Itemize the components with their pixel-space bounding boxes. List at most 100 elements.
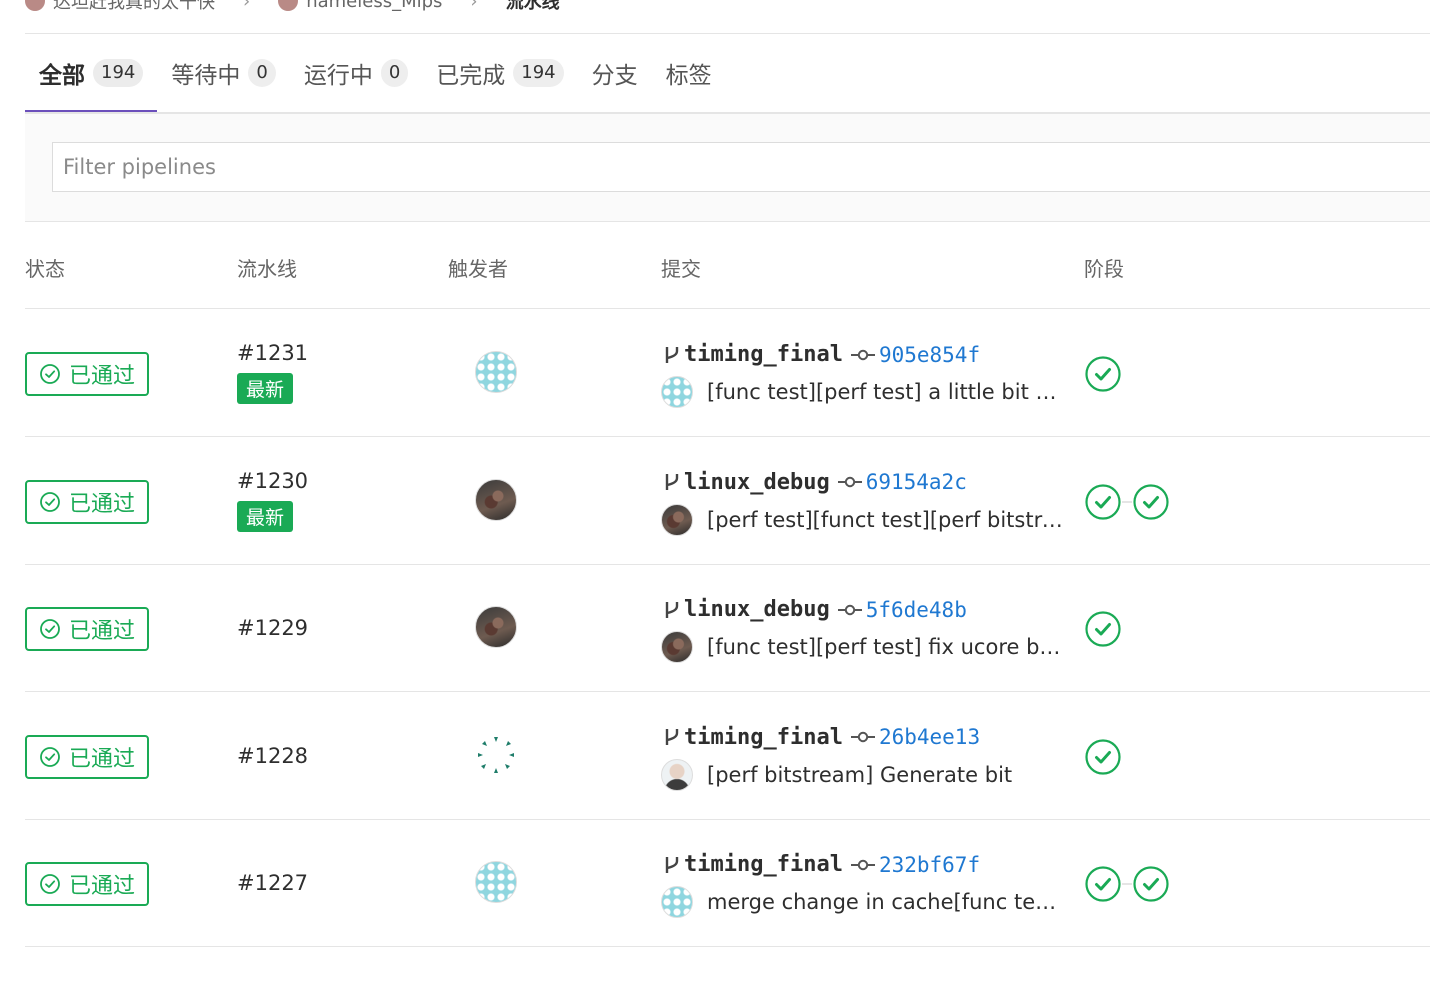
identicon-icon: [478, 736, 514, 773]
column-header-stages: 阶段: [1084, 257, 1124, 281]
stage-passed-icon[interactable]: [1132, 865, 1170, 903]
commit-sha-link[interactable]: 905e854f: [879, 343, 980, 367]
commit-message-row: [perf bitstream] Generate bit: [661, 758, 1012, 791]
status-success-icon: [40, 746, 60, 767]
breadcrumb-project[interactable]: nameless_Mips: [278, 0, 442, 12]
triggerer-avatar[interactable]: [475, 861, 517, 903]
commit-icon: [837, 476, 862, 488]
status-label: 已通过: [68, 491, 135, 517]
commit-sha-link[interactable]: 26b4ee13: [879, 725, 980, 749]
branch-icon: [665, 474, 679, 490]
commit-message-link[interactable]: [perf test][funct test][perf bitstrea...: [707, 508, 1067, 532]
pipeline-id-link[interactable]: #1230: [237, 469, 308, 493]
commit-author-avatar[interactable]: [661, 376, 693, 408]
status-label: 已通过: [68, 746, 135, 772]
stage-passed-icon[interactable]: [1084, 355, 1122, 393]
branch-icon: [665, 729, 679, 745]
pipeline-id-link[interactable]: #1228: [237, 744, 308, 768]
commit-ref: timing_final 905e854f: [662, 342, 980, 367]
tab-count-badge: 194: [93, 59, 144, 87]
filter-pipelines-input[interactable]: [52, 142, 1430, 192]
commit-message-link[interactable]: [perf bitstream] Generate bit: [707, 763, 1012, 787]
branch-link[interactable]: timing_final: [684, 852, 843, 877]
commit-message-row: [func test][perf test] a little bit ch..…: [661, 376, 1067, 408]
status-success-icon: [40, 619, 60, 639]
breadcrumb-project-label[interactable]: nameless_Mips: [306, 0, 442, 12]
commit-message-row: merge change in cache[func test]...: [661, 886, 1067, 918]
branch-icon: [665, 601, 679, 618]
commit-author-avatar[interactable]: [661, 631, 693, 663]
tab-tags[interactable]: 标签: [652, 34, 726, 112]
commit-author-avatar[interactable]: [661, 758, 693, 791]
stage-passed-icon[interactable]: [1132, 483, 1170, 521]
status-label: 已通过: [68, 364, 135, 389]
commit-ref: linux_debug 5f6de48b: [662, 597, 967, 622]
stages-graph: [1084, 355, 1122, 393]
branch-link[interactable]: timing_final: [684, 725, 843, 750]
commit-sha-link[interactable]: 69154a2c: [866, 470, 967, 494]
commit-icon: [837, 604, 862, 615]
stages-graph: [1084, 738, 1122, 776]
status-badge[interactable]: 已通过: [25, 479, 149, 524]
tab-branches[interactable]: 分支: [578, 34, 652, 112]
status-badge[interactable]: 已通过: [25, 607, 149, 651]
commit-message-link[interactable]: merge change in cache[func test]...: [707, 890, 1067, 914]
breadcrumb-group[interactable]: 达坦赶我真的太干快: [25, 0, 215, 14]
chevron-right-icon: ›: [470, 0, 478, 12]
commit-icon: [850, 859, 875, 870]
pipeline-scope-tabs: 全部 194 等待中 0 运行中 0 已完成 194 分支 标签: [25, 34, 1430, 113]
commit-sha-link[interactable]: 5f6de48b: [866, 598, 967, 622]
tab-count-badge: 194: [513, 59, 564, 87]
branch-link[interactable]: linux_debug: [684, 597, 830, 622]
tab-count-badge: 0: [248, 59, 276, 87]
status-success-icon: [40, 874, 60, 894]
table-row: 已通过 #1228 timing_final 26b4ee13 [perf bi…: [25, 692, 1430, 820]
stages-graph: [1084, 610, 1122, 648]
status-badge[interactable]: 已通过: [25, 352, 149, 396]
stage-passed-icon[interactable]: [1084, 865, 1122, 903]
stage-passed-icon[interactable]: [1084, 483, 1122, 521]
commit-ref: linux_debug 69154a2c: [662, 470, 967, 495]
stage-passed-icon[interactable]: [1084, 610, 1122, 648]
commit-message-link[interactable]: [func test][perf test] fix ucore boo...: [707, 635, 1067, 659]
stages-graph: [1084, 483, 1170, 521]
status-label: 已通过: [68, 619, 135, 644]
tab-all[interactable]: 全部 194: [25, 34, 158, 113]
tab-label: 分支: [591, 63, 638, 89]
tab-running[interactable]: 运行中 0: [290, 34, 422, 112]
tab-label: 等待中: [171, 63, 241, 89]
breadcrumb-current[interactable]: 流水线: [506, 0, 560, 14]
pipeline-id-link[interactable]: #1229: [237, 616, 308, 640]
stage-passed-icon[interactable]: [1084, 738, 1122, 776]
breadcrumb-group-label[interactable]: 达坦赶我真的太干快: [53, 0, 215, 14]
branch-link[interactable]: timing_final: [684, 342, 843, 367]
tab-finished[interactable]: 已完成 194: [422, 34, 577, 112]
triggerer-avatar[interactable]: [475, 733, 517, 776]
commit-icon: [850, 349, 875, 360]
branch-link[interactable]: linux_debug: [684, 470, 830, 495]
tab-label: 标签: [665, 63, 712, 89]
commit-sha-link[interactable]: 232bf67f: [879, 853, 980, 877]
commit-message-link[interactable]: [func test][perf test] a little bit ch..…: [707, 380, 1067, 404]
table-row: 已通过 #1227 timing_final 232bf67f merge ch…: [25, 819, 1430, 947]
triggerer-avatar[interactable]: [475, 606, 517, 648]
column-header-commit: 提交: [661, 257, 701, 281]
breadcrumb: 达坦赶我真的太干快 › nameless_Mips › 流水线: [25, 0, 560, 16]
pipeline-id-link[interactable]: #1227: [237, 871, 308, 895]
latest-badge: 最新: [237, 373, 293, 404]
triggerer-avatar[interactable]: [475, 478, 517, 521]
triggerer-avatar[interactable]: [475, 351, 517, 393]
status-badge[interactable]: 已通过: [25, 734, 149, 779]
status-label: 已通过: [68, 874, 135, 899]
pipeline-id-link[interactable]: #1231: [237, 341, 308, 365]
status-badge[interactable]: 已通过: [25, 862, 149, 906]
commit-message-row: [perf test][funct test][perf bitstrea...: [661, 503, 1067, 536]
stage-connector: [1122, 883, 1132, 885]
tab-pending[interactable]: 等待中 0: [157, 34, 289, 112]
column-header-status: 状态: [25, 257, 65, 281]
status-success-icon: [40, 491, 60, 512]
commit-author-avatar[interactable]: [661, 886, 693, 918]
commit-author-avatar[interactable]: [661, 503, 693, 536]
branch-icon: [665, 856, 679, 873]
column-header-pipeline: 流水线: [237, 257, 297, 281]
